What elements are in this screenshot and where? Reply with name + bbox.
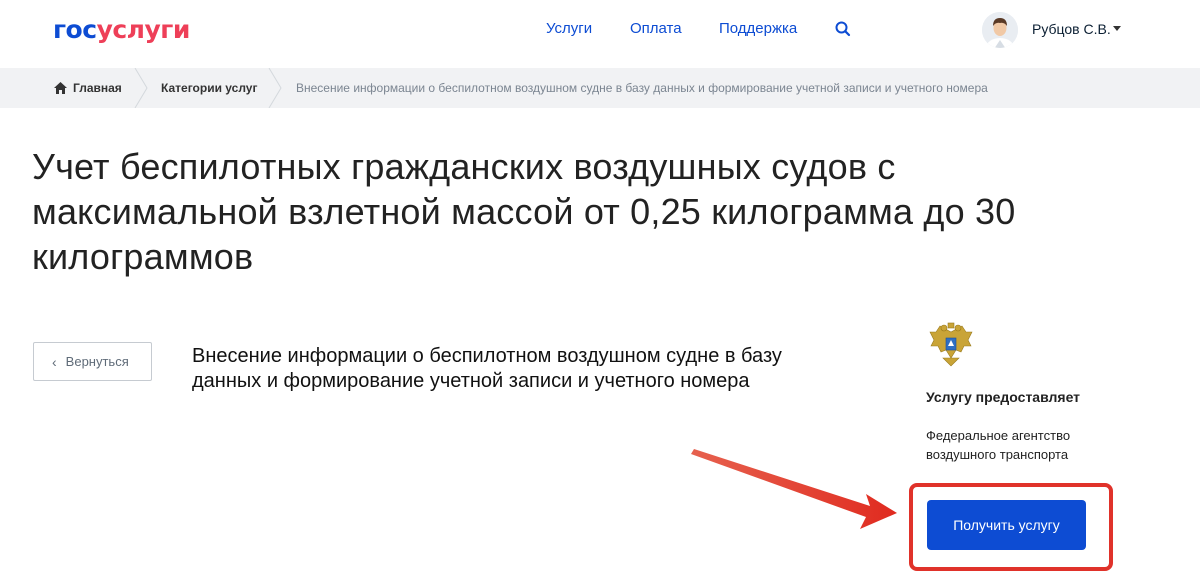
gosuslugi-logo[interactable]: госуслуги (53, 15, 190, 44)
avatar-icon (982, 12, 1018, 48)
search-icon[interactable] (834, 20, 852, 38)
chevron-left-icon: ‹ (52, 353, 57, 370)
get-service-button[interactable]: Получить услугу (927, 500, 1086, 550)
header: госуслуги Услуги Оплата Поддержка Рубцов… (0, 0, 1200, 66)
breadcrumb-current: Внесение информации о беспилотном воздуш… (296, 68, 988, 108)
service-title: Внесение информации о беспилотном воздуш… (192, 345, 782, 392)
logo-part-gos: гос (53, 15, 97, 44)
breadcrumb: Главная Категории услуг Внесение информа… (0, 68, 1200, 108)
back-button-label: Вернуться (65, 354, 129, 369)
breadcrumb-categories[interactable]: Категории услуг (161, 68, 257, 108)
breadcrumb-separator (268, 68, 282, 108)
emblem-icon (929, 322, 973, 367)
provider-label: Услугу предоставляет (926, 389, 1081, 405)
breadcrumb-separator (134, 68, 148, 108)
breadcrumb-home-label: Главная (73, 81, 122, 95)
home-icon (54, 82, 67, 94)
user-name[interactable]: Рубцов С.В. (1032, 21, 1111, 37)
page-title: Учет беспилотных гражданских воздушных с… (32, 146, 1016, 277)
nav-services[interactable]: Услуги (546, 20, 592, 37)
breadcrumb-current-label: Внесение информации о беспилотном воздуш… (296, 81, 988, 95)
logo-part-uslugi: услуги (96, 15, 191, 44)
caret-down-icon[interactable] (1113, 26, 1121, 31)
breadcrumb-home[interactable]: Главная (54, 68, 122, 108)
provider-name[interactable]: Федеральное агентство воздушного транспо… (926, 426, 1106, 464)
back-button[interactable]: ‹ Вернуться (33, 342, 152, 381)
nav-payment[interactable]: Оплата (630, 20, 682, 37)
avatar[interactable] (982, 12, 1018, 48)
breadcrumb-categories-label: Категории услуг (161, 81, 258, 95)
nav-support[interactable]: Поддержка (719, 20, 797, 37)
